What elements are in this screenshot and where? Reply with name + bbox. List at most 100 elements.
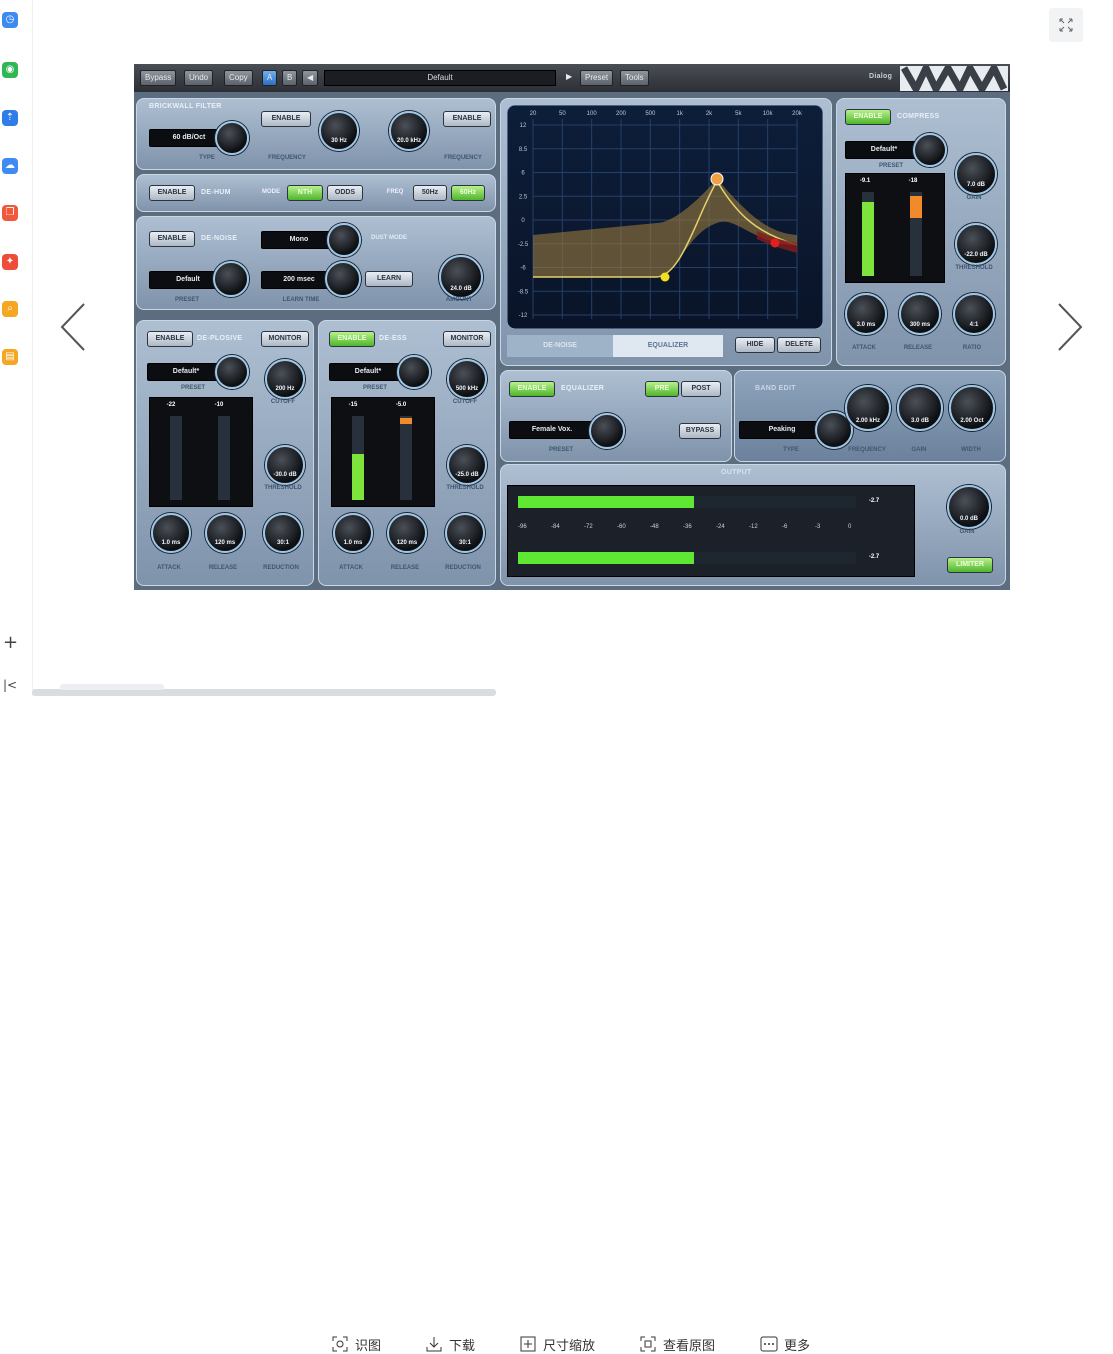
search-app-icon[interactable]: ⌕ bbox=[2, 301, 18, 317]
download-tool-button[interactable]: 下载 bbox=[425, 1334, 475, 1354]
next-image-icon[interactable] bbox=[1055, 300, 1085, 354]
add-icon[interactable]: + bbox=[3, 632, 18, 653]
compress-preset-knob[interactable] bbox=[913, 133, 947, 167]
pdf-app-icon[interactable]: ✦ bbox=[2, 254, 18, 270]
deess-monitor-button[interactable]: MONITOR bbox=[443, 331, 491, 347]
deess-freq-knob[interactable]: 500 kHz bbox=[447, 359, 487, 399]
deplosive-preset-display[interactable]: Default* bbox=[147, 363, 225, 381]
eq-band-point-high[interactable] bbox=[770, 238, 780, 248]
compress-thresh-knob[interactable]: -22.0 dB bbox=[955, 223, 997, 265]
compress-attack-knob[interactable]: 3.0 ms bbox=[845, 293, 887, 335]
deplosive-freq-knob[interactable]: 200 Hz bbox=[265, 359, 305, 399]
dehum-mode-odds-button[interactable]: ODDS bbox=[327, 185, 363, 201]
b-button[interactable]: B bbox=[282, 70, 298, 86]
deess-enable-button[interactable]: ENABLE bbox=[329, 331, 375, 347]
deplosive-release-knob[interactable]: 120 ms bbox=[205, 513, 245, 553]
deplosive-reduction-knob[interactable]: 30:1 bbox=[263, 513, 303, 553]
clock-app-icon[interactable]: ◷ bbox=[2, 12, 18, 28]
save-button[interactable]: Tools bbox=[620, 70, 649, 86]
denoise-enable-button[interactable]: ENABLE bbox=[149, 231, 195, 247]
bypass-button[interactable]: Bypass bbox=[140, 70, 177, 86]
resize-tool-button[interactable]: 尺寸缩放 bbox=[519, 1334, 595, 1354]
deess-thresh-knob[interactable]: -25.0 dB bbox=[447, 445, 487, 485]
deplosive-meter-in: -22 bbox=[166, 402, 176, 408]
load-button[interactable]: Preset bbox=[580, 70, 614, 86]
deplosive-preset-knob[interactable] bbox=[215, 355, 249, 389]
band-freq-knob[interactable]: 2.00 kHz bbox=[845, 385, 891, 431]
cloud-app-icon[interactable]: ☁ bbox=[2, 158, 18, 174]
book-app-icon[interactable]: ▤ bbox=[2, 349, 18, 365]
denoise-mode-knob[interactable] bbox=[327, 223, 361, 257]
deplosive-thresh-knob[interactable]: -30.0 dB bbox=[265, 445, 305, 485]
output-peak-right: -2.7 bbox=[868, 554, 880, 560]
next-preset-icon[interactable]: ▶ bbox=[562, 70, 576, 84]
delete-button[interactable]: DELETE bbox=[777, 337, 821, 353]
denoise-learn-button[interactable]: LEARN bbox=[365, 271, 413, 287]
previous-image-icon[interactable] bbox=[58, 300, 88, 354]
copy-button[interactable]: Copy bbox=[224, 70, 253, 86]
eq-y-tick: -8.5 bbox=[518, 289, 529, 295]
compress-gain-knob[interactable]: 7.0 dB bbox=[955, 153, 997, 195]
wechat-app-icon[interactable]: ◉ bbox=[2, 62, 18, 78]
band-type-display[interactable]: Peaking bbox=[739, 421, 825, 439]
hide-button[interactable]: HIDE bbox=[735, 337, 775, 353]
brickwall-enable2-button[interactable]: ENABLE bbox=[443, 111, 491, 127]
copy-app-icon[interactable]: ❐ bbox=[2, 205, 18, 221]
brickwall-freq1-knob[interactable]: 30 Hz bbox=[319, 111, 359, 151]
dehum-50hz-button[interactable]: 50Hz bbox=[413, 185, 447, 201]
compress-ratio-knob[interactable]: 4:1 bbox=[953, 293, 995, 335]
deess-release-knob[interactable]: 120 ms bbox=[387, 513, 427, 553]
scrollbar-thumb[interactable] bbox=[60, 684, 164, 690]
denoise-preset-knob[interactable] bbox=[213, 261, 249, 297]
denoise-mode-display[interactable]: Mono bbox=[261, 231, 337, 249]
horizontal-scrollbar[interactable] bbox=[32, 689, 496, 696]
undo-button[interactable]: Undo bbox=[184, 70, 214, 86]
fullscreen-button[interactable] bbox=[1049, 8, 1083, 42]
compress-preset-display[interactable]: Default* bbox=[845, 141, 923, 159]
eq-band-point-low[interactable] bbox=[660, 272, 670, 282]
eq-band-point-peak[interactable] bbox=[710, 172, 724, 186]
deess-reduction-knob[interactable]: 30:1 bbox=[445, 513, 485, 553]
eq-pre-button[interactable]: PRE bbox=[645, 381, 679, 397]
brickwall-type-knob[interactable] bbox=[215, 121, 249, 155]
eq-bypass-button[interactable]: BYPASS bbox=[679, 423, 721, 439]
equalizer-enable-button[interactable]: ENABLE bbox=[509, 381, 555, 397]
output-scale-tick: -84 bbox=[551, 524, 560, 530]
denoise-amount-label: AMOUNT bbox=[445, 297, 473, 303]
denoise-learn-time-knob[interactable] bbox=[325, 261, 361, 297]
deess-attack-knob[interactable]: 1.0 ms bbox=[333, 513, 373, 553]
eq-post-button[interactable]: POST bbox=[681, 381, 721, 397]
compress-gain-label: GAIN bbox=[966, 195, 982, 201]
prev-preset-icon[interactable]: ◀ bbox=[302, 70, 319, 86]
dehum-enable-button[interactable]: ENABLE bbox=[149, 185, 195, 201]
band-width-knob[interactable]: 2.00 Oct bbox=[949, 385, 995, 431]
compress-attack-label: ATTACK bbox=[852, 345, 876, 351]
deplosive-attack-knob[interactable]: 1.0 ms bbox=[151, 513, 191, 553]
limiter-button[interactable]: LIMITER bbox=[947, 557, 993, 573]
deplosive-monitor-button[interactable]: MONITOR bbox=[261, 331, 309, 347]
deess-preset-knob[interactable] bbox=[397, 355, 431, 389]
denoise-amount-knob[interactable]: 24.0 dB bbox=[439, 255, 483, 299]
more-tool-button[interactable]: 更多 bbox=[760, 1334, 810, 1354]
eq-graph-panel: 20 50 100 200 500 1k 2k 5k 10k 20k 12 8.5 6 2.5 0 -2.5… bbox=[500, 98, 832, 366]
output-gain-knob[interactable]: 0.0 dB bbox=[947, 485, 991, 529]
tab-denoise[interactable]: DE-NOISE bbox=[507, 335, 613, 357]
tab-equalizer[interactable]: EQUALIZER bbox=[613, 335, 723, 357]
band-gain-knob[interactable]: 3.0 dB bbox=[897, 385, 943, 431]
preset-name-display[interactable]: Default bbox=[324, 70, 556, 86]
a-button[interactable]: A bbox=[262, 70, 278, 86]
compress-enable-button[interactable]: ENABLE bbox=[845, 109, 891, 125]
compress-release-knob[interactable]: 300 ms bbox=[899, 293, 941, 335]
brickwall-enable1-button[interactable]: ENABLE bbox=[261, 111, 311, 127]
view-original-tool-button[interactable]: 查看原图 bbox=[639, 1334, 715, 1354]
brickwall-freq2-knob[interactable]: 20.0 kHz bbox=[389, 111, 429, 151]
deplosive-enable-button[interactable]: ENABLE bbox=[147, 331, 193, 347]
equalizer-preset-display[interactable]: Female Vox. bbox=[509, 421, 595, 439]
dehum-mode-nth-button[interactable]: NTH bbox=[287, 185, 323, 201]
eq-graph[interactable]: 20 50 100 200 500 1k 2k 5k 10k 20k 128.562.50-2.5… bbox=[507, 105, 823, 329]
dehum-60hz-button[interactable]: 60Hz bbox=[451, 185, 485, 201]
ocr-tool-button[interactable]: 识图 bbox=[331, 1334, 381, 1354]
equalizer-preset-knob[interactable] bbox=[589, 413, 625, 449]
deess-preset-display[interactable]: Default* bbox=[329, 363, 407, 381]
upload-app-icon[interactable]: ⇡ bbox=[2, 110, 18, 126]
